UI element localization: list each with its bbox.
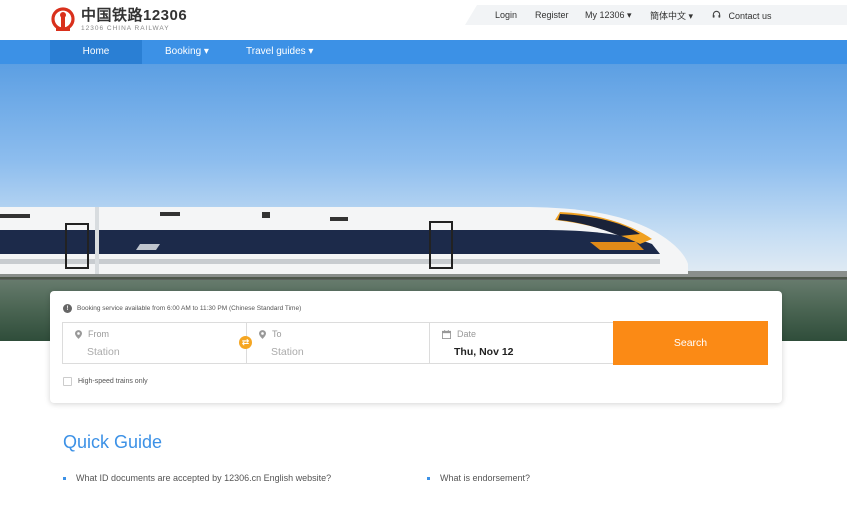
to-label: To	[272, 329, 282, 339]
china-railway-logo-icon	[51, 7, 75, 31]
high-speed-label: High-speed trains only	[78, 378, 148, 385]
logo-chinese-text: 中国铁路12306	[81, 6, 188, 24]
contact-us-label: Contact us	[728, 10, 772, 21]
quick-guide-link[interactable]: What ID documents are accepted by 12306.…	[76, 473, 331, 483]
high-speed-checkbox[interactable]	[63, 377, 72, 386]
main-nav: Home Booking ▾ Travel guides ▾	[0, 40, 847, 64]
nav-travel-guides[interactable]: Travel guides ▾	[246, 40, 313, 64]
info-icon: !	[63, 304, 72, 313]
top-links-bar: Login Register My 12306 ▾ 簡体中文 ▾ Contact…	[465, 5, 847, 25]
quick-guide-item[interactable]: What ID documents are accepted by 12306.…	[63, 473, 331, 483]
calendar-icon	[442, 329, 451, 339]
bullet-icon	[63, 476, 66, 480]
contact-us-link[interactable]: Contact us	[712, 10, 772, 21]
to-station-field[interactable]: To Station	[247, 323, 430, 363]
nav-booking[interactable]: Booking ▾	[165, 40, 209, 64]
booking-panel: ! Booking service available from 6:00 AM…	[50, 291, 782, 403]
logo-english-text: 12306 CHINA RAILWAY	[81, 24, 170, 32]
to-input[interactable]: Station	[271, 346, 304, 358]
service-hours-notice: ! Booking service available from 6:00 AM…	[63, 304, 301, 313]
site-logo[interactable]: 中国铁路12306 12306 CHINA RAILWAY	[50, 3, 187, 37]
quick-guide-link[interactable]: What is endorsement?	[440, 473, 530, 483]
search-button[interactable]: Search	[613, 321, 768, 365]
register-link[interactable]: Register	[535, 10, 569, 20]
date-field[interactable]: Date Thu, Nov 12	[430, 323, 613, 363]
date-input[interactable]: Thu, Nov 12	[454, 346, 514, 358]
quick-guide-title: Quick Guide	[63, 432, 163, 452]
bullet-icon	[427, 476, 430, 480]
quick-guide-item[interactable]: What is endorsement?	[427, 473, 530, 483]
from-label: From	[88, 329, 109, 339]
location-pin-icon	[259, 329, 266, 339]
from-station-field[interactable]: From Station	[63, 323, 247, 363]
login-link[interactable]: Login	[495, 10, 517, 20]
nav-home[interactable]: Home	[50, 40, 142, 64]
swap-stations-icon[interactable]: ⇄	[239, 336, 252, 349]
headset-icon	[712, 10, 721, 18]
my-12306-menu[interactable]: My 12306 ▾	[585, 10, 632, 21]
top-header: 中国铁路12306 12306 CHINA RAILWAY Login Regi…	[0, 0, 847, 40]
from-input[interactable]: Station	[87, 346, 120, 358]
search-fields: From Station To Station Date Thu, Nov 12	[62, 322, 614, 364]
date-label: Date	[457, 329, 477, 339]
notice-text: Booking service available from 6:00 AM t…	[77, 305, 302, 312]
language-selector[interactable]: 簡体中文 ▾	[650, 9, 693, 22]
location-pin-icon	[75, 329, 82, 339]
high-speed-filter[interactable]: High-speed trains only	[63, 377, 148, 386]
